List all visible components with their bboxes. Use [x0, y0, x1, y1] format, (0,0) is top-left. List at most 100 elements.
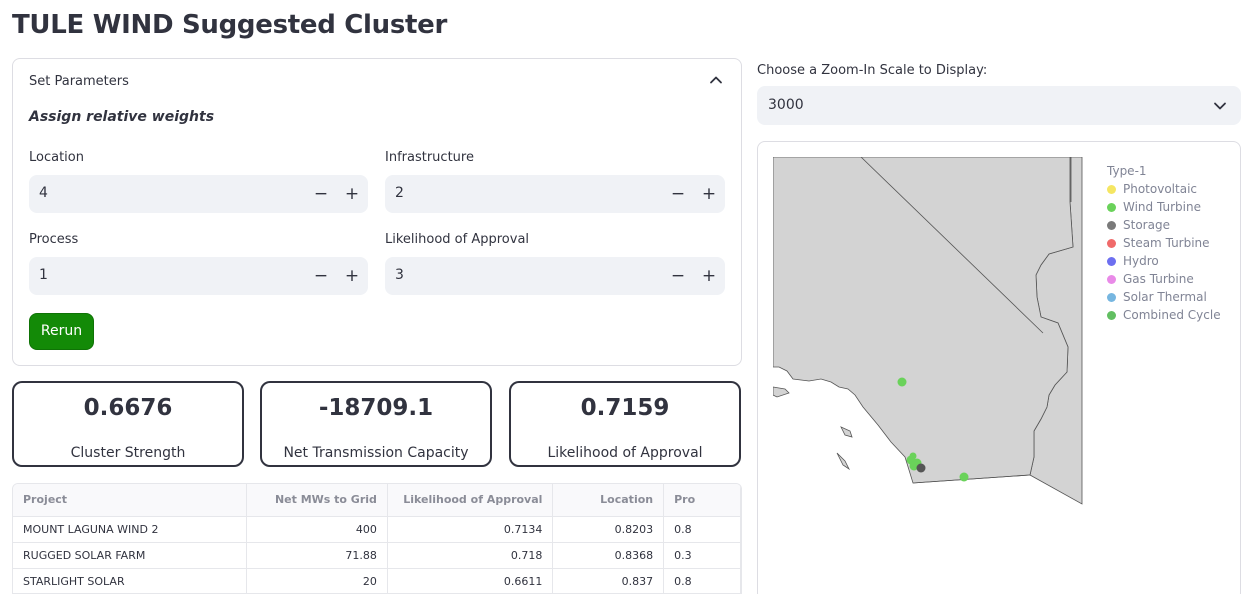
island	[840, 426, 853, 438]
metric-value: 0.7159	[580, 395, 670, 421]
infrastructure-increment-button[interactable]: +	[696, 181, 722, 207]
column-header-location[interactable]: Location	[552, 484, 665, 517]
wind-turbine-marker[interactable]	[959, 472, 969, 482]
table-cell[interactable]: 0.8368	[552, 542, 665, 569]
process-increment-button[interactable]: +	[339, 263, 365, 289]
approval-label: Likelihood of Approval	[385, 232, 530, 247]
table-cell[interactable]: 0.8203	[552, 516, 665, 543]
legend-dot-icon	[1107, 184, 1116, 194]
legend-item-steam-turbine[interactable]: Steam Turbine	[1107, 234, 1221, 252]
storage-marker[interactable]	[916, 463, 926, 473]
process-label: Process	[29, 232, 79, 247]
legend-dot-icon	[1107, 274, 1116, 284]
wind-turbine-marker[interactable]	[897, 377, 907, 387]
map-canvas[interactable]	[773, 157, 1083, 507]
legend-label: Gas Turbine	[1123, 272, 1194, 286]
legend-dot-icon	[1107, 292, 1116, 302]
legend-item-hydro[interactable]: Hydro	[1107, 252, 1221, 270]
table-cell[interactable]: 0.3	[663, 542, 741, 569]
legend-label: Photovoltaic	[1123, 182, 1197, 196]
table-row[interactable]: MOUNT LAGUNA WIND 2 400 0.7134 0.8203 0.…	[13, 516, 741, 543]
projects-table[interactable]: Project Net MWs to Grid Likelihood of Ap…	[12, 483, 742, 594]
legend-item-combined-cycle[interactable]: Combined Cycle	[1107, 306, 1221, 324]
legend-label: Combined Cycle	[1123, 308, 1221, 322]
location-number-input[interactable]: 4 − +	[29, 175, 368, 213]
legend-item-photovoltaic[interactable]: Photovoltaic	[1107, 180, 1221, 198]
approval-increment-button[interactable]: +	[696, 263, 722, 289]
chevron-up-icon[interactable]	[709, 73, 723, 87]
legend-dot-icon	[1107, 220, 1116, 230]
table-cell[interactable]: 71.88	[246, 542, 388, 569]
legend-label: Hydro	[1123, 254, 1159, 268]
expander-header[interactable]: Set Parameters	[29, 74, 129, 89]
column-header-process[interactable]: Pro	[663, 484, 741, 517]
infrastructure-label: Infrastructure	[385, 150, 474, 165]
metric-value: -18709.1	[318, 395, 434, 421]
process-number-input[interactable]: 1 − +	[29, 257, 368, 295]
legend-item-wind-turbine[interactable]: Wind Turbine	[1107, 198, 1221, 216]
legend-dot-icon	[1107, 256, 1116, 266]
table-cell[interactable]: STARLIGHT SOLAR	[13, 568, 248, 593]
page-title: TULE WIND Suggested Cluster	[12, 10, 448, 40]
chevron-down-icon[interactable]	[1213, 99, 1227, 113]
location-value[interactable]: 4	[39, 185, 48, 201]
infrastructure-decrement-button[interactable]: −	[665, 181, 691, 207]
zoom-scale-label: Choose a Zoom-In Scale to Display:	[757, 63, 988, 78]
land-region	[773, 157, 1074, 484]
table-cell[interactable]: 0.7134	[387, 516, 554, 543]
table-row[interactable]: RUGGED SOLAR FARM 71.88 0.718 0.8368 0.3	[13, 542, 741, 569]
rerun-button[interactable]: Rerun	[29, 313, 94, 350]
legend-label: Solar Thermal	[1123, 290, 1207, 304]
table-cell[interactable]: MOUNT LAGUNA WIND 2	[13, 516, 248, 543]
island	[836, 452, 851, 471]
location-label: Location	[29, 150, 84, 165]
legend-dot-icon	[1107, 202, 1116, 212]
table-cell[interactable]: 400	[246, 516, 388, 543]
table-cell[interactable]: 0.8	[663, 516, 741, 543]
infrastructure-number-input[interactable]: 2 − +	[385, 175, 725, 213]
metric-label: Cluster Strength	[70, 445, 186, 461]
table-cell[interactable]: 20	[246, 568, 388, 593]
approval-value[interactable]: 3	[395, 267, 404, 283]
weights-subheader: Assign relative weights	[29, 109, 215, 125]
legend-label: Steam Turbine	[1123, 236, 1210, 250]
parameters-expander: Set Parameters Assign relative weights L…	[12, 58, 742, 366]
column-header-project[interactable]: Project	[13, 484, 248, 517]
legend-item-storage[interactable]: Storage	[1107, 216, 1221, 234]
table-cell[interactable]: 0.6611	[387, 568, 554, 593]
legend-item-solar-thermal[interactable]: Solar Thermal	[1107, 288, 1221, 306]
legend-title: Type-1	[1107, 164, 1147, 178]
metric-label: Likelihood of Approval	[547, 445, 703, 461]
legend-dot-icon	[1107, 238, 1116, 248]
metric-card-cluster-strength: 0.6676 Cluster Strength	[12, 381, 244, 467]
legend-item-gas-turbine[interactable]: Gas Turbine	[1107, 270, 1221, 288]
map-legend: Type-1 Photovoltaic Wind Turbine Storage…	[1107, 162, 1221, 324]
island	[773, 386, 790, 398]
table-cell[interactable]: 0.837	[552, 568, 665, 593]
legend-label: Storage	[1123, 218, 1170, 232]
table-cell[interactable]: 0.718	[387, 542, 554, 569]
table-row[interactable]: STARLIGHT SOLAR 20 0.6611 0.837 0.8	[13, 568, 741, 593]
table-header-row: Project Net MWs to Grid Likelihood of Ap…	[13, 484, 741, 517]
metric-card-likelihood-approval: 0.7159 Likelihood of Approval	[509, 381, 741, 467]
map-chart[interactable]: Type-1 Photovoltaic Wind Turbine Storage…	[757, 141, 1241, 594]
zoom-scale-value[interactable]: 3000	[768, 97, 804, 113]
wind-turbine-marker[interactable]	[909, 452, 917, 460]
table-cell[interactable]: 0.8	[663, 568, 741, 593]
approval-number-input[interactable]: 3 − +	[385, 257, 725, 295]
process-value[interactable]: 1	[39, 267, 48, 283]
metric-value: 0.6676	[83, 395, 173, 421]
infrastructure-value[interactable]: 2	[395, 185, 404, 201]
legend-label: Wind Turbine	[1123, 200, 1201, 214]
process-decrement-button[interactable]: −	[308, 263, 334, 289]
location-increment-button[interactable]: +	[339, 181, 365, 207]
column-header-likelihood[interactable]: Likelihood of Approval	[387, 484, 554, 517]
legend-dot-icon	[1107, 310, 1116, 320]
approval-decrement-button[interactable]: −	[665, 263, 691, 289]
zoom-scale-select[interactable]: 3000	[757, 86, 1241, 125]
location-decrement-button[interactable]: −	[308, 181, 334, 207]
table-cell[interactable]: RUGGED SOLAR FARM	[13, 542, 248, 569]
column-header-net-mw[interactable]: Net MWs to Grid	[246, 484, 388, 517]
metric-label: Net Transmission Capacity	[283, 445, 469, 461]
metric-card-net-transmission: -18709.1 Net Transmission Capacity	[260, 381, 492, 467]
